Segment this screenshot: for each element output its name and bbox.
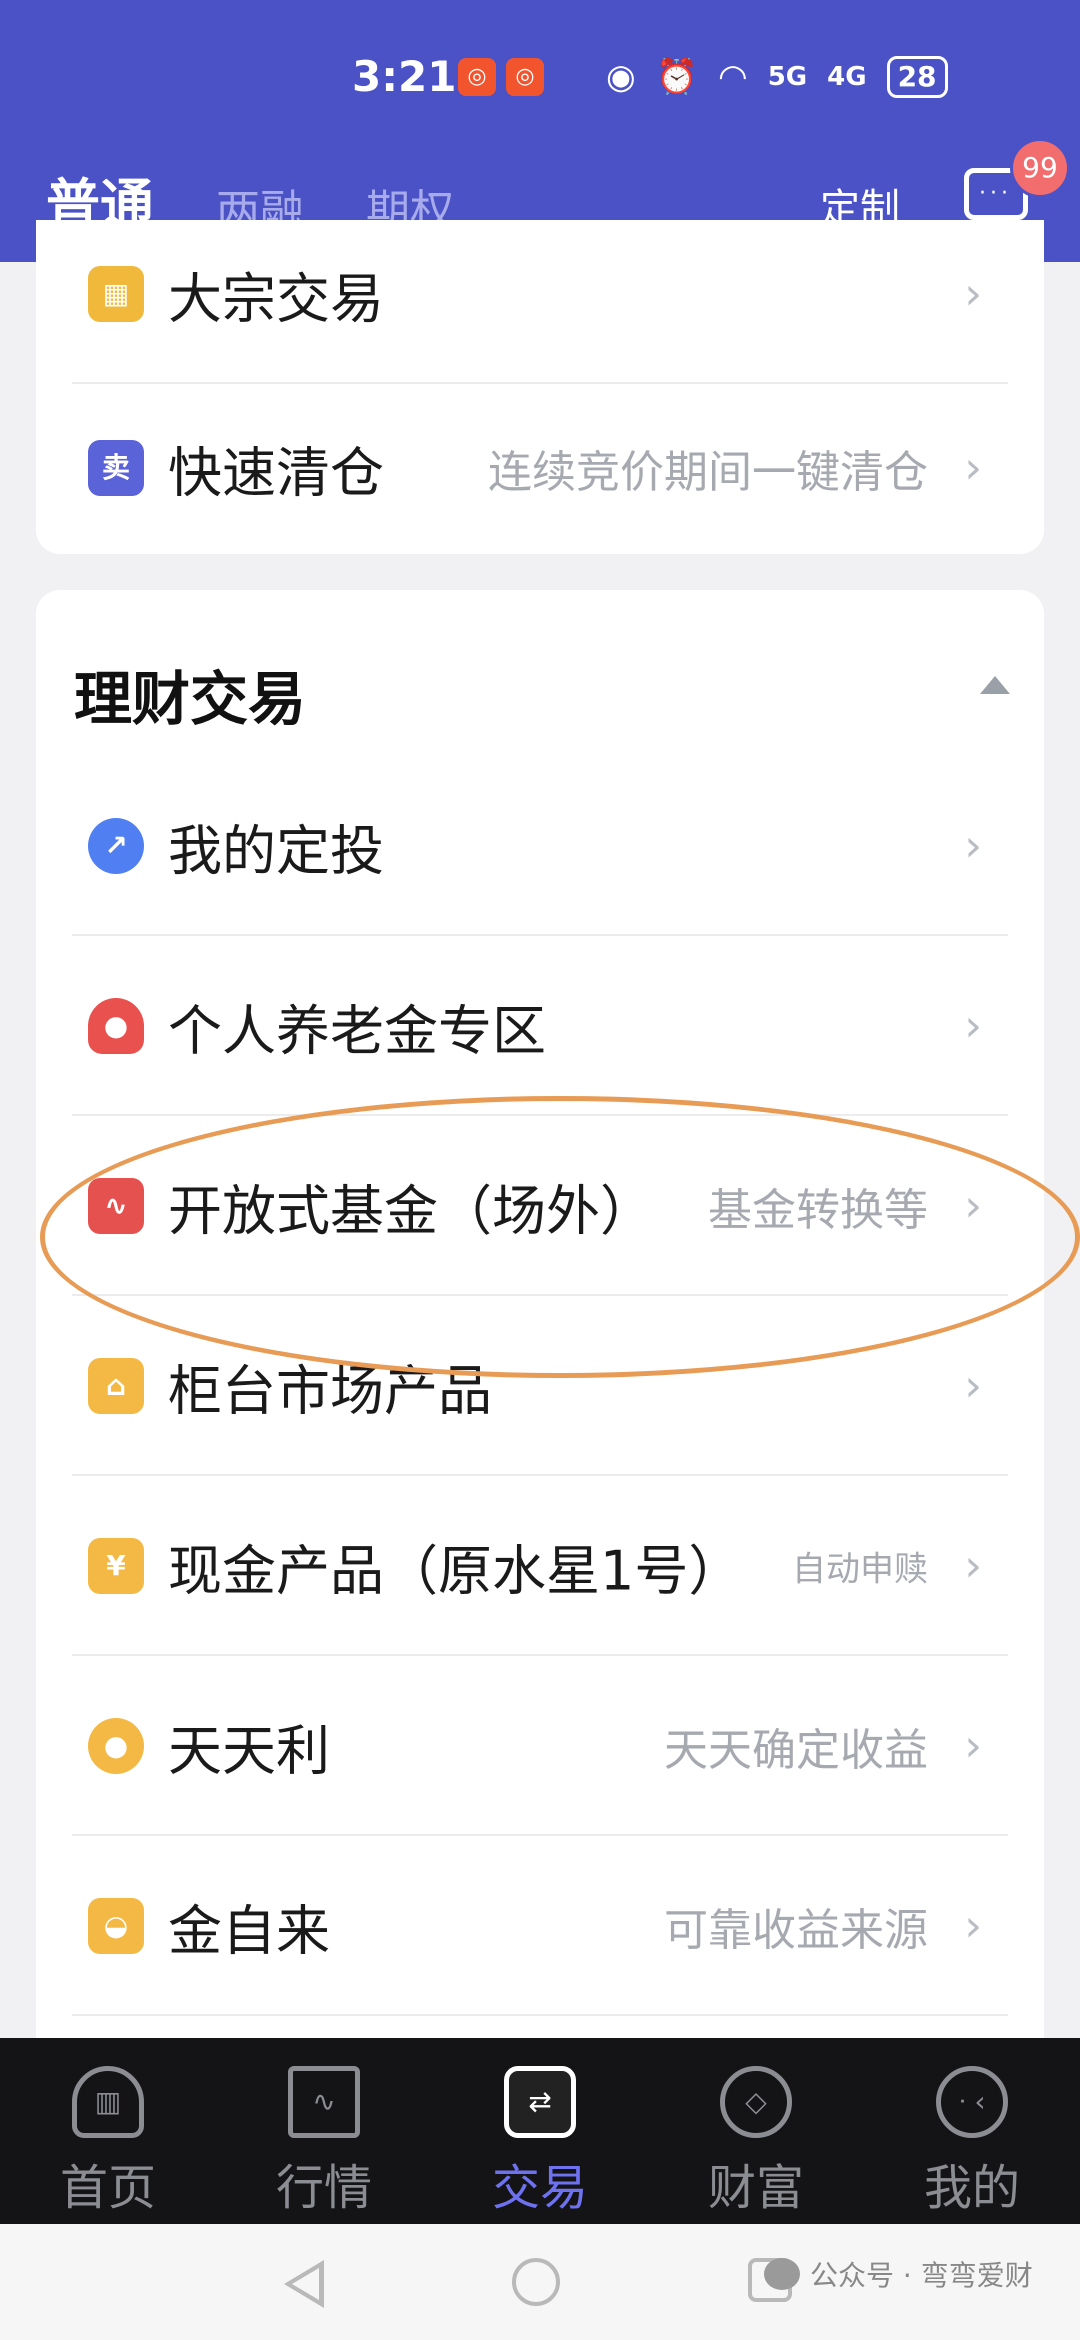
chart-icon: ∿ [288, 2066, 360, 2138]
nav-home[interactable]: ▥ 首页 [0, 2038, 216, 2224]
item-title: 柜台市场产品 [168, 1359, 492, 1423]
list-item-personal-pension[interactable]: ● 个人养老金专区 › [36, 936, 1008, 1116]
chevron-right-icon: › [964, 1540, 982, 1592]
nav-label: 行情 [275, 2160, 372, 2216]
nav-label: 我的 [923, 2160, 1020, 2216]
item-title: 快速清仓 [168, 441, 384, 505]
nav-label: 财富 [707, 2160, 804, 2216]
item-title: 金自来 [168, 1899, 330, 1963]
collapse-arrow-icon[interactable] [980, 676, 1010, 694]
nav-market[interactable]: ∿ 行情 [216, 2038, 432, 2224]
item-subtitle: 基金转换等 [708, 1185, 928, 1236]
home-button-icon[interactable] [512, 2258, 560, 2306]
piggy-bank-icon: ● [88, 1718, 144, 1774]
block-trade-icon: ▦ [88, 266, 144, 322]
wealth-diamond-icon: ◇ [720, 2066, 792, 2138]
eye-icon: ◉ [606, 57, 636, 97]
list-item-tiantianli[interactable]: ● 天天利 天天确定收益 › [36, 1656, 1008, 1836]
trade-exchange-icon: ⇄ [504, 2066, 576, 2138]
status-icons: ◉ ⏰ ◠ 5G 4G 28 [606, 56, 948, 98]
chevron-right-icon: › [964, 1000, 982, 1052]
alarm-icon: ⏰ [655, 57, 699, 97]
list-item-block-trade[interactable]: ▦ 大宗交易 › [36, 204, 1008, 384]
person-icon: ● [88, 998, 144, 1054]
item-title: 我的定投 [168, 819, 384, 883]
item-subtitle: 连续竞价期间一键清仓 [488, 447, 928, 498]
nav-label: 首页 [59, 2160, 156, 2216]
app-notification-icon: ◎ [506, 58, 544, 96]
app-notification-icon: ◎ [458, 58, 496, 96]
item-title: 现金产品（原水星1号） [168, 1539, 743, 1603]
item-subtitle: 可靠收益来源 [664, 1905, 928, 1956]
chevron-right-icon: › [964, 1180, 982, 1232]
home-icon: ▥ [72, 2066, 144, 2138]
signal-5g-icon: 5G [767, 62, 808, 92]
house-icon: ⌂ [88, 1358, 144, 1414]
item-title: 大宗交易 [168, 267, 384, 331]
briefcase-icon: ∿ [88, 1178, 144, 1234]
item-title: 天天利 [168, 1719, 330, 1783]
system-nav-bar: 公众号 · 弯弯爱财 [0, 2224, 1080, 2340]
nav-wealth[interactable]: ◇ 财富 [648, 2038, 864, 2224]
watermark-text: 公众号 · 弯弯爱财 [810, 2259, 1033, 2292]
list-item-counter-market[interactable]: ⌂ 柜台市场产品 › [36, 1296, 1008, 1476]
list-item-my-investment-plan[interactable]: ↗ 我的定投 › [36, 756, 1008, 936]
chevron-right-icon: › [964, 1900, 982, 1952]
sell-icon: 卖 [88, 440, 144, 496]
list-item-jinzilai[interactable]: ◒ 金自来 可靠收益来源 › [36, 1836, 1008, 2016]
section-title: 理财交易 [74, 665, 307, 733]
item-title: 开放式基金（场外） [168, 1179, 654, 1243]
message-badge: 99 [1010, 138, 1070, 198]
nav-trade[interactable]: ⇄ 交易 [432, 2038, 648, 2224]
list-item-quick-clear[interactable]: 卖 快速清仓 连续竞价期间一键清仓 › [36, 378, 1008, 558]
chevron-right-icon: › [964, 442, 982, 494]
cash-icon: ¥ [88, 1538, 144, 1594]
list-item-cash-product[interactable]: ¥ 现金产品（原水星1号） 自动申赎 › [36, 1476, 1008, 1656]
chevron-right-icon: › [964, 820, 982, 872]
signal-4g-icon: 4G [827, 62, 867, 92]
list-item-open-end-fund[interactable]: ∿ 开放式基金（场外） 基金转换等 › [36, 1116, 1008, 1296]
nav-mine[interactable]: ᐧ ‹ 我的 [864, 2038, 1080, 2224]
nav-label: 交易 [491, 2160, 588, 2216]
bottom-nav: ▥ 首页 ∿ 行情 ⇄ 交易 ◇ 财富 ᐧ ‹ 我的 [0, 2038, 1080, 2224]
profile-face-icon: ᐧ ‹ [936, 2066, 1008, 2138]
wifi-icon: ◠ [718, 57, 748, 97]
item-title: 个人养老金专区 [168, 999, 546, 1063]
item-subtitle: 自动申赎 [792, 1549, 928, 1590]
watermark: 公众号 · 弯弯爱财 [764, 2254, 1033, 2294]
item-subtitle: 天天确定收益 [664, 1725, 928, 1776]
chevron-right-icon: › [964, 268, 982, 320]
chevron-right-icon: › [964, 1720, 982, 1772]
gold-ingot-icon: ◒ [88, 1898, 144, 1954]
status-time: 3:21 [352, 52, 457, 101]
chevron-right-icon: › [964, 1360, 982, 1412]
battery-icon: 28 [886, 56, 948, 98]
wechat-icon [764, 2258, 800, 2290]
alarm-clock-icon: ↗ [88, 818, 144, 874]
